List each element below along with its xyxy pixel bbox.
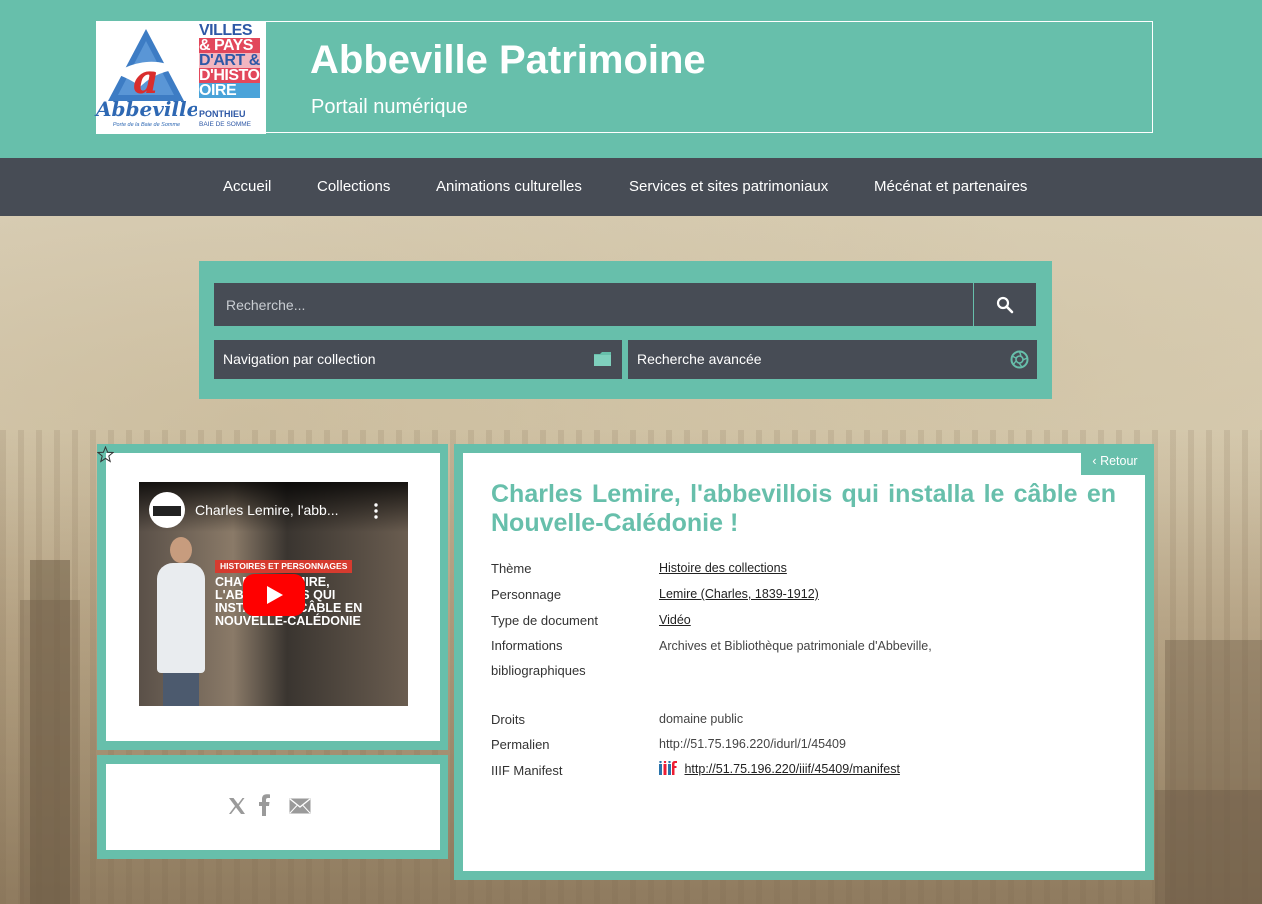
vpah-line: OIRE <box>199 83 260 99</box>
search-panel: Navigation par collection Recherche avan… <box>199 261 1052 399</box>
star-icon[interactable] <box>97 446 114 463</box>
iiif-manifest-link[interactable]: http://51.75.196.220/iiif/45409/manifest <box>684 762 899 776</box>
field-value-personnage: Lemire (Charles, 1839-1912) <box>659 587 819 601</box>
main-nav: Accueil Collections Animations culturell… <box>0 158 1262 216</box>
vpah-logo[interactable]: VILLES & PAYS D'ART & D'HISTO OIRE PONTH… <box>197 21 266 134</box>
folder-icon <box>594 352 611 366</box>
field-value-permalien[interactable]: http://51.75.196.220/idurl/1/45409 <box>659 737 846 751</box>
site-subtitle: Portail numérique <box>311 96 468 118</box>
play-button-icon[interactable] <box>243 574 305 616</box>
field-label-informations: Informations bibliographiques <box>491 638 586 678</box>
vpah-line: D'ART & <box>199 52 260 69</box>
abbeville-logo[interactable]: a Abbeville Porte de la Baie de Somme <box>96 21 200 134</box>
search-icon <box>996 296 1014 313</box>
field-label-theme: Thème <box>491 561 532 576</box>
field-value-theme: Histoire des collections <box>659 561 787 575</box>
record-title: Charles Lemire, l'abbevillois qui instal… <box>491 480 1116 537</box>
field-value-iiif: http://51.75.196.220/iiif/45409/manifest <box>659 760 900 776</box>
vpah-line: VILLES <box>199 22 253 39</box>
personnage-link[interactable]: Lemire (Charles, 1839-1912) <box>659 587 819 601</box>
youtube-video-embed[interactable]: Charles Lemire, l'abb... HISTOIRES ET PE… <box>139 482 408 706</box>
collection-nav-button[interactable]: Navigation par collection <box>214 340 622 379</box>
vpah-line: PONTHIEU <box>199 109 246 119</box>
share-card-inner <box>106 764 440 850</box>
chevron-left-icon: ‹ <box>1092 454 1097 468</box>
more-options-icon[interactable] <box>373 503 379 519</box>
iiif-icon <box>659 760 677 775</box>
aperture-icon <box>1010 350 1029 369</box>
vpah-line: D'HISTO <box>199 67 260 84</box>
back-button[interactable]: ‹ Retour <box>1081 449 1149 475</box>
nav-item-mecenat[interactable]: Mécénat et partenaires <box>874 158 1027 216</box>
search-button[interactable] <box>974 283 1036 326</box>
facebook-icon[interactable] <box>258 794 270 816</box>
nav-item-services[interactable]: Services et sites patrimoniaux <box>629 158 828 216</box>
field-value-droits: domaine public <box>659 712 744 726</box>
field-label-type: Type de document <box>491 613 598 628</box>
abbeville-logo-text: Abbeville <box>96 97 200 121</box>
x-twitter-icon[interactable] <box>227 796 247 816</box>
video-person <box>153 537 209 706</box>
abbeville-logo-tagline: Porte de la Baie de Somme <box>112 122 181 128</box>
search-input[interactable] <box>214 283 973 326</box>
field-label-droits: Droits <box>491 712 525 727</box>
email-icon[interactable] <box>289 798 311 814</box>
site-title[interactable]: Abbeville Patrimoine <box>310 38 706 83</box>
vpah-line: & PAYS <box>199 38 260 54</box>
field-value-type: Vidéo <box>659 613 691 627</box>
back-label: Retour <box>1100 454 1138 468</box>
vpah-line: BAIE DE SOMME <box>199 121 252 128</box>
video-overlay-line: NOUVELLE-CALÉDONIE <box>215 614 361 628</box>
background-tower <box>20 600 80 904</box>
field-label-permalien: Permalien <box>491 737 550 752</box>
video-title[interactable]: Charles Lemire, l'abb... <box>195 502 339 518</box>
field-label-personnage: Personnage <box>491 587 562 602</box>
background-buildings <box>1155 790 1262 904</box>
video-banner: HISTOIRES ET PERSONNAGES <box>215 560 353 573</box>
type-link[interactable]: Vidéo <box>659 613 691 627</box>
theme-link[interactable]: Histoire des collections <box>659 561 787 575</box>
channel-avatar[interactable] <box>149 492 185 528</box>
site-header: a Abbeville Porte de la Baie de Somme VI… <box>0 0 1262 158</box>
advanced-search-button[interactable]: Recherche avancée <box>628 340 1037 379</box>
collection-nav-label: Navigation par collection <box>223 351 376 367</box>
nav-item-accueil[interactable]: Accueil <box>223 158 271 216</box>
nav-item-animations[interactable]: Animations culturelles <box>436 158 582 216</box>
field-value-informations: Archives et Bibliothèque patrimoniale d'… <box>659 639 932 653</box>
advanced-search-label: Recherche avancée <box>637 351 762 367</box>
field-label-iiif: IIIF Manifest <box>491 763 563 778</box>
nav-item-collections[interactable]: Collections <box>317 158 390 216</box>
svg-text:a: a <box>133 56 159 103</box>
